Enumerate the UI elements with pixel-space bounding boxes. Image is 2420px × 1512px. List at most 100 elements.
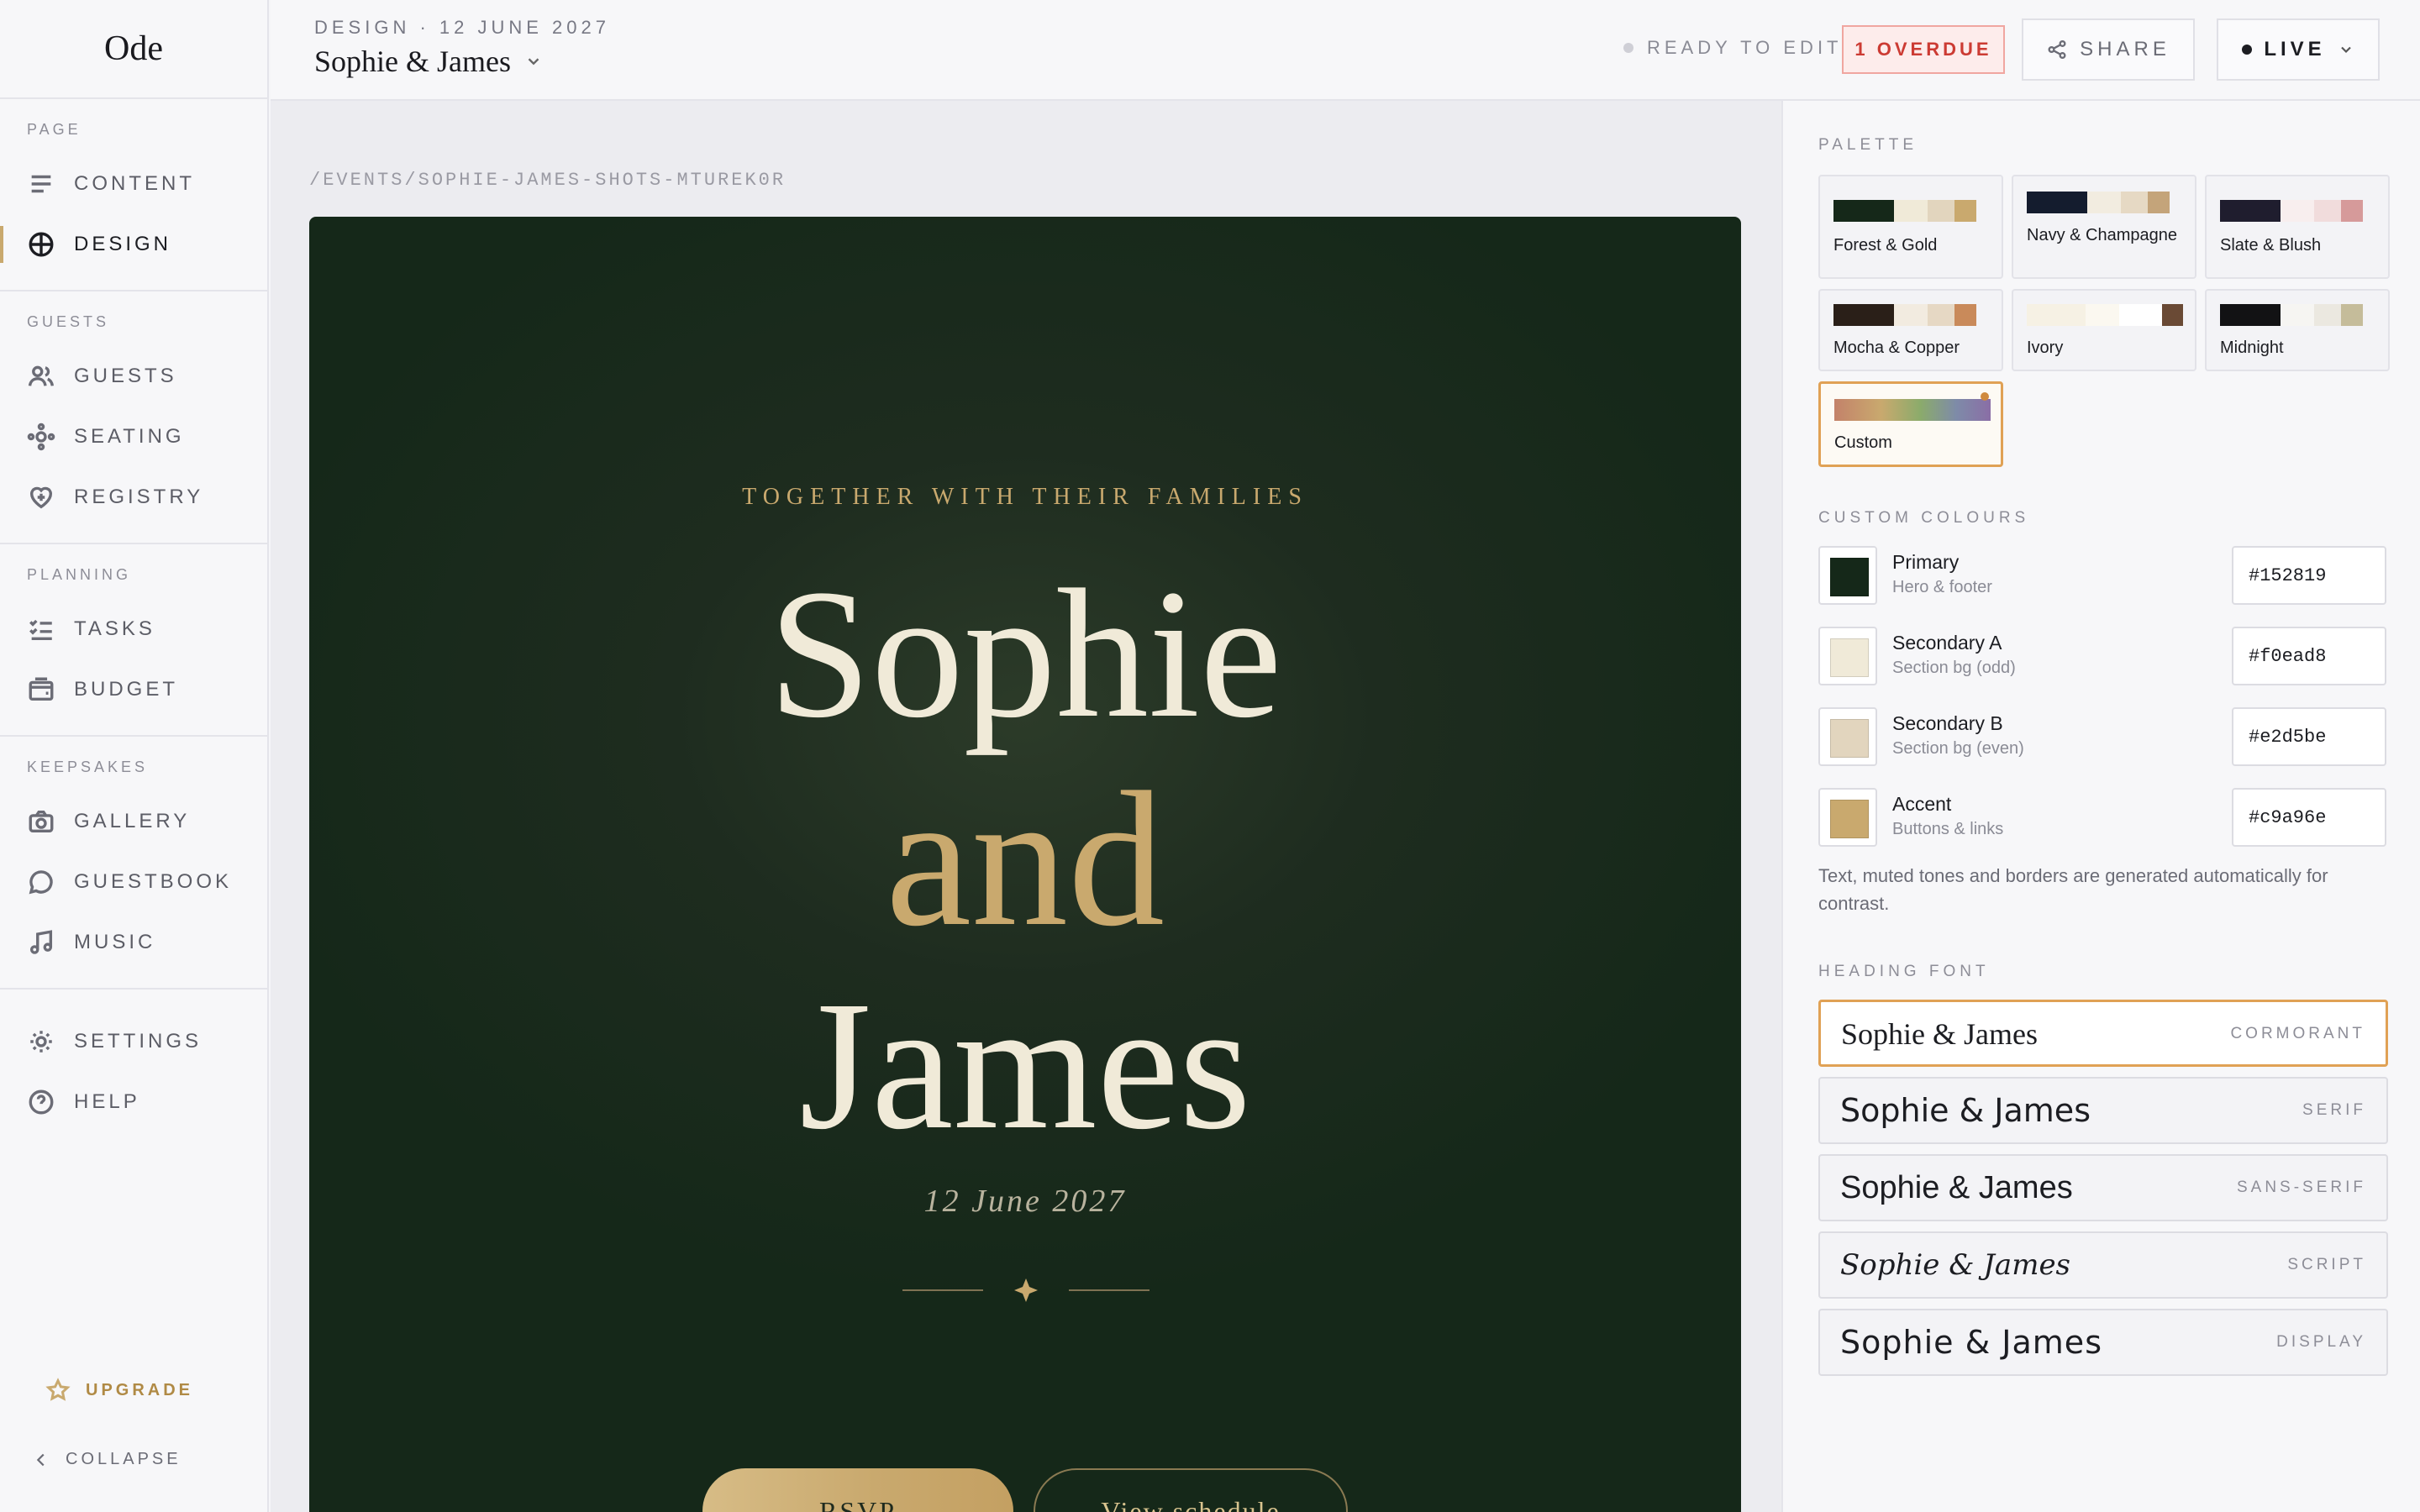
sidebar-item-seating[interactable]: SEATING (0, 407, 267, 467)
font-sample: Sophie & James (1840, 1248, 2071, 1282)
view-schedule-button[interactable]: View schedule (1034, 1468, 1348, 1512)
site-preview-hero[interactable]: TOGETHER WITH THEIR FAMILIES Sophie and … (309, 217, 1741, 1512)
overdue-badge[interactable]: 1 OVERDUE (1842, 25, 2005, 74)
sidebar-item-registry[interactable]: REGISTRY (0, 467, 267, 528)
custom-colour-accent: Accent Buttons & links #c9a96e (1818, 788, 2386, 848)
live-label: LIVE (2264, 38, 2326, 60)
sidebar-item-guests[interactable]: GUESTS (0, 346, 267, 407)
colour-label: Accent (1892, 793, 1952, 815)
chevron-down-icon (2340, 46, 2351, 54)
palette-swatches (2220, 200, 2376, 222)
sidebar-item-tasks[interactable]: TASKS (0, 599, 267, 659)
font-sample: Sophie & James (1840, 1169, 2073, 1205)
hex-input[interactable]: #c9a96e (2232, 788, 2386, 847)
colour-label: Secondary A (1892, 632, 2002, 654)
colour-description: Section bg (odd) (1892, 659, 2016, 677)
font-option-sans-serif[interactable]: Sophie & James SANS-SERIF (1818, 1154, 2388, 1221)
sidebar-item-label: CONTENT (74, 172, 195, 195)
colour-label: Secondary B (1892, 712, 2003, 734)
sun-gear-icon (27, 1027, 55, 1056)
custom-colour-primary: Primary Hero & footer #152819 (1818, 546, 2386, 606)
chat-bubble-icon (27, 868, 55, 896)
palette-swatches (2027, 192, 2183, 213)
nav-heading-planning: PLANNING (27, 566, 132, 583)
live-status-dropdown[interactable]: LIVE (2217, 18, 2380, 81)
sidebar-item-guestbook[interactable]: GUESTBOOK (0, 852, 267, 912)
hex-input[interactable]: #e2d5be (2232, 707, 2386, 766)
app-logo[interactable]: Ode (0, 0, 267, 99)
font-tag: CORMORANT (2230, 1025, 2365, 1042)
custom-colour-secondary-b: Secondary B Section bg (even) #e2d5be (1818, 707, 2386, 768)
colour-swatch-button[interactable] (1818, 707, 1877, 766)
event-switcher[interactable]: Sophie & James (314, 44, 543, 79)
palette-swatches (1833, 200, 1990, 222)
font-option-script[interactable]: Sophie & James SCRIPT (1818, 1231, 2388, 1299)
collapse-sidebar-button[interactable]: COLLAPSE (32, 1450, 182, 1469)
palette-midnight[interactable]: Midnight (2205, 289, 2390, 371)
music-note-icon (27, 928, 55, 957)
design-panel: PALETTE Forest & Gold Navy & Champagne S… (1781, 101, 2420, 1512)
hero-conjunction: and (885, 752, 1165, 966)
sidebar-item-help[interactable]: HELP (0, 1072, 267, 1132)
palette-name: Ivory (2027, 339, 2064, 357)
palette-custom[interactable]: Custom (1818, 381, 2003, 467)
palette-name: Mocha & Copper (1833, 339, 1960, 357)
font-option-cormorant[interactable]: Sophie & James CORMORANT (1818, 1000, 2388, 1067)
sidebar-item-settings[interactable]: SETTINGS (0, 1011, 267, 1072)
sidebar-item-label: MUSIC (74, 931, 156, 953)
palette-name: Custom (1834, 433, 1892, 452)
sidebar-item-gallery[interactable]: GALLERY (0, 791, 267, 852)
upgrade-button[interactable]: UPGRADE (45, 1378, 193, 1403)
font-option-serif[interactable]: Sophie & James SERIF (1818, 1077, 2388, 1144)
seating-icon (27, 423, 55, 451)
font-sample: Sophie & James (1840, 1324, 2102, 1361)
palette-mocha-copper[interactable]: Mocha & Copper (1818, 289, 2003, 371)
hero-second-name: James (799, 963, 1251, 1168)
chevron-left-icon (36, 1453, 45, 1466)
event-title: Sophie & James (314, 45, 511, 78)
colour-swatch-button[interactable] (1818, 788, 1877, 847)
nav-heading-keepsakes: KEEPSAKES (27, 759, 149, 775)
sidebar-item-label: DESIGN (74, 233, 172, 255)
sidebar-item-budget[interactable]: BUDGET (0, 659, 267, 720)
custom-colours-note: Text, muted tones and borders are genera… (1818, 865, 2328, 914)
sidebar-item-label: SETTINGS (74, 1030, 203, 1053)
nav-section-guests: GUESTS GUESTS SEATING REGISTRY (0, 291, 267, 544)
sidebar-item-music[interactable]: MUSIC (0, 912, 267, 973)
sidebar-item-label: GUESTBOOK (74, 870, 233, 893)
font-tag: DISPLAY (2276, 1333, 2366, 1351)
font-tag: SANS-SERIF (2236, 1179, 2366, 1196)
font-tag: SERIF (2302, 1101, 2366, 1119)
sidebar-item-label: GALLERY (74, 810, 191, 832)
palette-swatches (2220, 304, 2376, 326)
star-icon (45, 1378, 71, 1401)
status-dot-icon (1623, 43, 1634, 53)
colour-swatch-button[interactable] (1818, 627, 1877, 685)
palette-ivory[interactable]: Ivory (2012, 289, 2196, 371)
colour-label: Primary (1892, 551, 1960, 573)
checklist-icon (27, 615, 55, 643)
live-dot-icon (2242, 45, 2253, 55)
font-option-display[interactable]: Sophie & James DISPLAY (1818, 1309, 2388, 1376)
palette-heading: PALETTE (1818, 136, 1918, 154)
share-icon (2048, 39, 2066, 60)
nav-section-keepsakes: KEEPSAKES GALLERY GUESTBOOK MUSIC (0, 737, 267, 990)
palette-navy-champagne[interactable]: Navy & Champagne (2012, 175, 2196, 279)
sidebar-item-design[interactable]: DESIGN (0, 214, 267, 275)
hex-input[interactable]: #152819 (2232, 546, 2386, 605)
palette-forest-gold[interactable]: Forest & Gold (1818, 175, 2003, 279)
collapse-label: COLLAPSE (66, 1450, 182, 1468)
page-path: /EVENTS/SOPHIE-JAMES-SHOTS-MTUREK0R (309, 170, 786, 191)
rsvp-button[interactable]: RSVP (702, 1468, 1013, 1512)
custom-palette-gradient (1834, 399, 1991, 421)
colour-swatch-button[interactable] (1818, 546, 1877, 605)
palette-slate-blush[interactable]: Slate & Blush (2205, 175, 2390, 279)
sidebar-item-content[interactable]: CONTENT (0, 154, 267, 214)
nav-section-page: PAGE CONTENT DESIGN (0, 99, 267, 291)
ready-status: READY TO EDIT (1623, 37, 1843, 59)
share-button[interactable]: SHARE (2022, 18, 2195, 81)
colour-description: Section bg (even) (1892, 739, 2024, 758)
sidebar-item-label: BUDGET (74, 678, 179, 701)
sidebar-item-label: REGISTRY (74, 486, 204, 508)
hex-input[interactable]: #f0ead8 (2232, 627, 2386, 685)
